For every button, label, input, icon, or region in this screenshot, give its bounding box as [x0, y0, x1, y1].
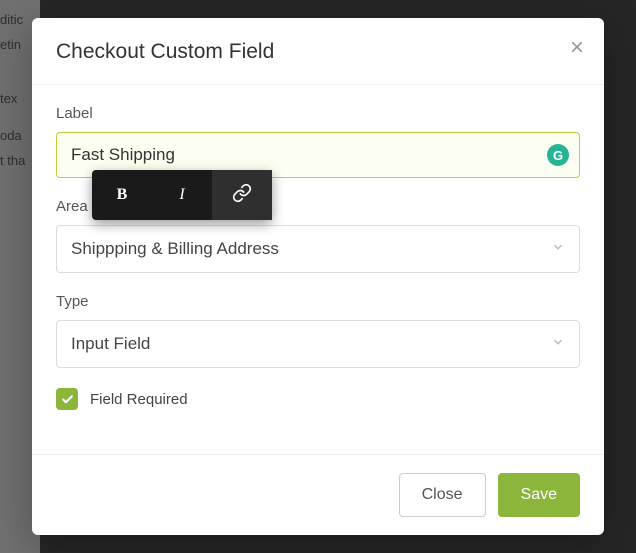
grammarly-icon[interactable]: G — [547, 144, 569, 166]
type-field-label: Type — [56, 293, 580, 310]
label-form-group: Label G — [56, 105, 580, 178]
type-form-group: Type Input Field — [56, 293, 580, 368]
italic-button[interactable]: I — [152, 170, 212, 220]
type-select-value: Input Field — [71, 334, 150, 353]
close-icon[interactable]: × — [570, 36, 584, 60]
save-button[interactable]: Save — [498, 473, 580, 517]
modal-title: Checkout Custom Field — [56, 40, 580, 64]
link-icon — [232, 183, 252, 208]
link-button[interactable] — [212, 170, 272, 220]
area-select[interactable]: Shippping & Billing Address — [56, 225, 580, 273]
area-select-value: Shippping & Billing Address — [71, 239, 279, 258]
type-select[interactable]: Input Field — [56, 320, 580, 368]
label-field-label: Label — [56, 105, 580, 122]
bold-button[interactable]: B — [92, 170, 152, 220]
text-format-toolbar: B I — [92, 170, 272, 220]
chevron-down-icon — [551, 334, 565, 354]
modal-footer: Close Save — [32, 454, 604, 535]
field-required-checkbox[interactable] — [56, 388, 78, 410]
label-input[interactable] — [71, 145, 525, 165]
checkout-custom-field-modal: Checkout Custom Field × Label G Area Shi… — [32, 18, 604, 535]
chevron-down-icon — [551, 239, 565, 259]
close-button[interactable]: Close — [399, 473, 486, 517]
field-required-label: Field Required — [90, 391, 188, 408]
modal-header: Checkout Custom Field × — [32, 18, 604, 84]
field-required-row: Field Required — [56, 388, 580, 410]
modal-body: Label G Area Shippping & Billing Address… — [32, 85, 604, 454]
